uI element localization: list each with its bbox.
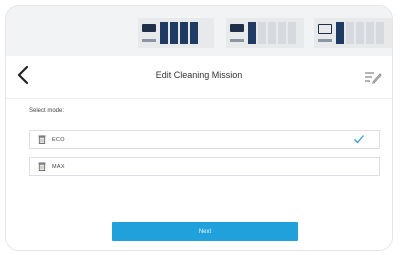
- next-button[interactable]: Next: [112, 222, 298, 241]
- mode-option-eco[interactable]: ECO: [29, 130, 380, 149]
- level-bar: [356, 22, 364, 44]
- mode-option-label: ECO: [52, 136, 65, 143]
- status-card-1: [138, 18, 214, 48]
- level-bar: [376, 22, 384, 44]
- level-bars: [248, 22, 296, 44]
- device-status-bar: [6, 6, 392, 56]
- app-window: Edit Cleaning Mission Select mode: ECO M…: [5, 5, 393, 251]
- status-card-2: [226, 18, 304, 48]
- level-bar: [268, 22, 276, 44]
- level-bar: [248, 22, 256, 44]
- edit-mission-panel: Edit Cleaning Mission Select mode: ECO M…: [6, 56, 392, 250]
- check-icon: [354, 135, 364, 144]
- level-bars: [160, 22, 198, 44]
- page-title: Edit Cleaning Mission: [155, 70, 243, 80]
- level-bar: [278, 22, 286, 44]
- mode-option-max[interactable]: MAX: [29, 157, 380, 176]
- level-bar: [258, 22, 266, 44]
- level-bar: [190, 22, 198, 44]
- level-bar: [160, 22, 168, 44]
- trash-bin-icon: [38, 135, 46, 144]
- edit-list-icon[interactable]: [364, 70, 382, 84]
- level-bar: [346, 22, 354, 44]
- mode-option-label: MAX: [52, 163, 65, 170]
- level-bar: [366, 22, 374, 44]
- level-bar: [180, 22, 188, 44]
- level-bars: [336, 22, 384, 44]
- select-mode-label: Select mode:: [29, 108, 65, 114]
- header: Edit Cleaning Mission: [6, 56, 392, 99]
- device-icon: [142, 24, 156, 42]
- device-icon: [230, 24, 244, 42]
- level-bar: [288, 22, 296, 44]
- trash-bin-icon: [38, 162, 46, 171]
- level-bar: [170, 22, 178, 44]
- status-card-3: [314, 18, 392, 48]
- device-outline-icon: [318, 24, 332, 42]
- level-bar: [336, 22, 344, 44]
